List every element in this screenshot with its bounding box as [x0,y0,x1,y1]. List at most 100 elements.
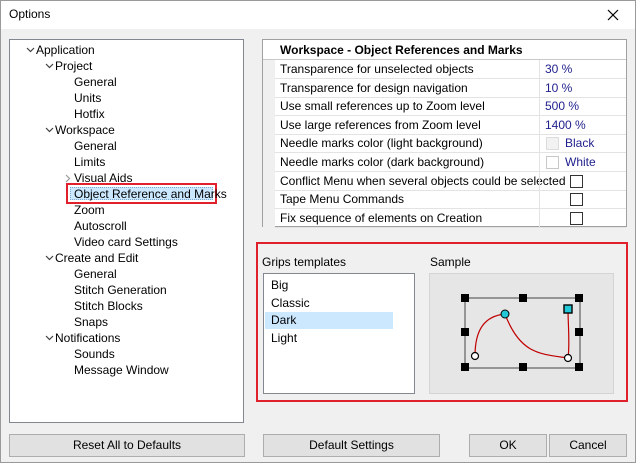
grid-row-checkbox[interactable] [570,193,583,207]
tree-item-label: Project [55,59,93,73]
grid-row-separator [539,153,540,172]
property-grid: Workspace - Object References and Marks … [262,39,627,228]
options-tree[interactable]: Application Project General Units Hotfix Work… [9,39,244,423]
grid-row[interactable]: Fix sequence of elements on Creation [263,208,626,228]
grid-row-gutter [263,115,275,135]
tree-item[interactable]: General [10,138,243,154]
grid-row[interactable]: Needle marks color (dark background) Whit… [263,153,626,172]
tree-item[interactable]: Project [10,58,243,74]
grips-template-item[interactable]: Classic [265,295,393,312]
tree-item[interactable]: Stitch Blocks [10,298,243,314]
grid-row-checkbox[interactable] [570,174,583,188]
tree-item[interactable]: Snaps [10,314,243,330]
grid-row-gutter [263,60,275,79]
tree-item[interactable]: Zoom [10,202,243,218]
tree-item[interactable]: Application [10,42,243,58]
tree-item[interactable]: Sounds [10,346,243,362]
grips-template-item[interactable]: Light [265,330,393,347]
tree-item[interactable]: Autoscroll [10,218,243,234]
grid-row-value[interactable]: 1400 % [545,116,586,134]
tree-item[interactable]: Workspace [10,122,243,138]
grips-template-item[interactable]: Big [265,277,393,294]
grips-templates-label: Grips templates [262,255,347,269]
grid-row-separator [539,208,540,228]
chevron-down-icon[interactable] [25,42,35,58]
grid-row-checkbox[interactable] [570,211,583,225]
reset-all-button[interactable]: Reset All to Defaults [9,434,245,457]
end-point [563,353,573,363]
grid-row[interactable]: Use large references from Zoom level 1400… [263,115,626,135]
tree-item-label: Units [74,91,102,105]
grid-row-name: Use small references up to Zoom level [280,99,485,114]
tree-item-label: Application [36,43,95,57]
tree-item[interactable]: General [10,74,243,90]
tree-item-label: Stitch Blocks [74,299,143,313]
grid-row-name: Transparence for unselected objects [280,62,474,76]
end-point [470,351,480,361]
grid-row[interactable]: Conflict Menu when several objects could… [263,171,626,191]
grid-row-separator [539,134,540,154]
color-swatch[interactable] [546,137,559,151]
tree-item-label: General [74,75,117,89]
chevron-down-icon[interactable] [44,122,54,138]
tree-item-label: General [74,267,117,281]
grid-row-name: Fix sequence of elements on Creation [280,210,483,225]
chevron-down-icon[interactable] [44,250,54,266]
grip-handle [461,294,469,302]
grid-row-gutter [263,78,275,98]
color-swatch[interactable] [546,156,559,169]
grips-template-item[interactable]: Dark [265,312,393,329]
ok-button[interactable]: OK [469,434,547,457]
tree-item-label: Limits [74,155,106,169]
tree-item[interactable]: Stitch Generation [10,282,243,298]
grid-row[interactable]: Tape Menu Commands [263,190,626,210]
grid-row-name: Transparence for design navigation [280,80,468,95]
grid-row-separator [539,190,540,210]
grid-row[interactable]: Needle marks color (light background) Bla… [263,134,626,154]
tree-item-label: Zoom [74,203,105,217]
grip-handle [519,363,527,371]
grid-row-value[interactable]: White [565,153,596,171]
tree-item-label: Sounds [74,347,115,361]
tree-item[interactable]: General [10,266,243,282]
tree-item[interactable]: Hotfix [10,106,243,122]
grid-row-name: Tape Menu Commands [280,192,405,207]
grid-row[interactable]: Transparence for unselected objects 30 % [263,60,626,79]
chevron-down-icon[interactable] [44,330,54,346]
tree-item-label: Notifications [55,331,121,345]
tree-item[interactable]: Create and Edit [10,250,243,266]
close-icon [607,9,619,21]
grid-row[interactable]: Use small references up to Zoom level 500… [263,97,626,117]
tree-item[interactable]: Video card Settings [10,234,243,250]
close-button[interactable] [591,1,635,29]
tree-item-label: Workspace [55,123,115,137]
grips-templates-list[interactable]: Big Classic Dark Light [263,273,415,394]
grid-row-value[interactable]: Black [565,134,594,152]
grid-row[interactable]: Transparence for design navigation 10 % [263,78,626,98]
grid-row-gutter [263,190,275,210]
grid-row-gutter [263,208,275,228]
tree-item[interactable]: Notifications [10,330,243,346]
grid-row-name: Use large references from Zoom level [280,117,481,132]
grip-handle [461,328,469,336]
tree-item[interactable]: Limits [10,154,243,170]
control-point [500,309,510,319]
tree-item-label: Message Window [74,363,169,377]
grid-row-value[interactable]: 500 % [545,97,579,115]
tree-item[interactable]: Units [10,90,243,106]
grid-row-name: Needle marks color (light background) [280,136,483,151]
selected-node-label[interactable]: Object Reference and Marks [74,187,227,202]
chevron-down-icon[interactable] [44,58,54,74]
grid-row-value[interactable]: 30 % [545,60,572,78]
grid-row-name: Conflict Menu when several objects could… [280,173,566,188]
grid-row-separator [539,115,540,135]
tree-item-label: Stitch Generation [74,283,167,297]
sample-preview [429,273,614,394]
default-settings-button[interactable]: Default Settings [263,434,440,457]
selected-node-highlight: Object Reference and Marks [66,183,227,204]
grip-handle [575,328,583,336]
tree-item[interactable]: Message Window [10,362,243,378]
grid-row-value[interactable]: 10 % [545,79,572,97]
tree-item-label: Video card Settings [74,235,178,249]
cancel-button[interactable]: Cancel [549,434,627,457]
